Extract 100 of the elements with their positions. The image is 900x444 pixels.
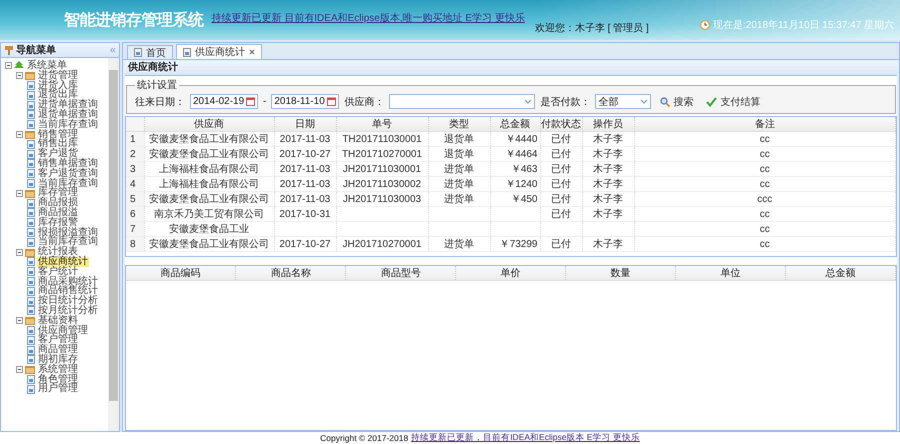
column-header[interactable]: 付款状态 xyxy=(540,117,582,132)
menu-item[interactable]: 报损报溢查询 xyxy=(37,228,99,238)
menu-item[interactable]: 供应商管理 xyxy=(37,326,89,336)
table-cell: TH201711030001 xyxy=(336,132,428,146)
menu-item[interactable]: 商品报溢 xyxy=(37,208,79,218)
menu-item[interactable]: 客户退货 xyxy=(37,149,79,159)
menu-item[interactable]: 商品管理 xyxy=(37,345,79,355)
tab[interactable]: 首页 xyxy=(127,45,173,59)
menu-item[interactable]: 按日统计分析 xyxy=(37,296,99,306)
table-cell: 安徽麦堡食品工业有限公司 xyxy=(144,236,274,252)
scrollbar[interactable] xyxy=(108,58,119,431)
settle-button[interactable]: 支付结算 xyxy=(702,94,764,108)
table-cell: 安徽麦堡食品工业有限公司 xyxy=(144,192,274,206)
folder-icon xyxy=(25,71,35,80)
menu-item[interactable]: 按月统计分析 xyxy=(37,306,99,316)
column-header[interactable]: 备注 xyxy=(634,117,896,132)
panel-title: 供应商统计 xyxy=(125,61,897,76)
menu-item[interactable]: 进货单据查询 xyxy=(37,100,99,110)
calendar-icon xyxy=(327,97,336,106)
page-icon xyxy=(134,48,142,57)
menu-item[interactable]: 进货入库 xyxy=(37,80,79,90)
column-header[interactable]: 操作员 xyxy=(582,117,634,132)
table-cell: cc xyxy=(634,206,896,222)
copyright-text: Copyright © 2017-2018 xyxy=(320,433,408,443)
menu-item[interactable]: 系统管理 xyxy=(37,364,79,374)
menu-item[interactable]: 销售单据查询 xyxy=(37,158,99,169)
supplier-select[interactable] xyxy=(389,94,536,109)
column-header[interactable]: 单号 xyxy=(336,117,428,132)
table-cell: JH201711030002 xyxy=(336,176,428,192)
chevron-down-icon xyxy=(640,99,648,104)
scroll-thumb[interactable] xyxy=(109,70,118,401)
menu-item[interactable]: 统计报表 xyxy=(37,247,79,257)
menu-item[interactable]: 商品采购统计 xyxy=(37,276,99,286)
table-cell: 安徽麦堡食品工业 xyxy=(144,222,274,236)
table-cell: 退货单 xyxy=(428,132,490,146)
row-number: 3 xyxy=(126,162,144,176)
column-header[interactable]: 单位 xyxy=(676,266,786,280)
table-cell: 上海福桂食品有限公司 xyxy=(144,176,274,192)
sign-icon xyxy=(4,45,14,55)
menu-item[interactable]: 进货管理 xyxy=(37,70,79,81)
column-header[interactable]: 单价 xyxy=(456,266,566,280)
menu-item[interactable]: 期初库存 xyxy=(37,354,79,365)
sidebar-title: 导航菜单 xyxy=(16,43,56,57)
table-cell: 2017-11-03 xyxy=(274,192,336,206)
table-cell: 进货单 xyxy=(428,192,490,206)
column-header[interactable]: 商品名称 xyxy=(236,266,346,280)
search-icon xyxy=(660,96,670,106)
row-number: 6 xyxy=(126,206,144,222)
folder-icon xyxy=(25,316,35,326)
menu-item[interactable]: 当前库存查询 xyxy=(37,178,99,188)
table-cell: 退货单 xyxy=(428,146,490,162)
menu-item[interactable]: 客户退货查询 xyxy=(37,168,99,179)
menu-item[interactable]: 用户管理 xyxy=(37,384,79,394)
supplier-label: 供应商： xyxy=(344,96,384,108)
menu-item[interactable]: 当前库存查询 xyxy=(37,120,99,130)
folder-icon xyxy=(25,248,35,257)
table-cell: 已付 xyxy=(540,206,582,222)
table-cell: JH201711030003 xyxy=(336,192,428,206)
menu-item[interactable]: 销售管理 xyxy=(37,130,79,140)
menu-item[interactable]: 供应商统计 xyxy=(37,256,89,267)
table-cell: TH201710270001 xyxy=(336,146,428,162)
table-cell: 进货单 xyxy=(428,236,490,252)
table-cell: cc xyxy=(634,146,896,162)
column-header[interactable]: 供应商 xyxy=(144,117,274,132)
table-cell: 进货单 xyxy=(428,162,490,176)
table-cell: ￥463 xyxy=(490,162,540,176)
column-header[interactable]: 数量 xyxy=(566,266,676,280)
menu-item[interactable]: 退货单据查询 xyxy=(37,110,99,120)
column-header[interactable]: 总金额 xyxy=(786,266,896,280)
menu-item[interactable]: 基础资料 xyxy=(37,316,79,326)
table-cell: 2017-11-03 xyxy=(274,176,336,192)
menu-item[interactable]: 角色管理 xyxy=(37,374,79,384)
table-cell: 已付 xyxy=(540,162,582,176)
tree-icon xyxy=(14,61,24,70)
column-header[interactable]: 总金额 xyxy=(490,117,540,132)
footer-link[interactable]: 持续更新已更新，目前有IDEA和Eclipse版本 E学习 更快乐 xyxy=(411,432,640,444)
menu-item[interactable]: 系统菜单 xyxy=(26,61,68,71)
tab[interactable]: 供应商统计 xyxy=(176,44,262,59)
menu-item[interactable]: 商品报损 xyxy=(37,198,79,208)
date-label: 往来日期： xyxy=(135,96,185,108)
column-header[interactable]: 商品编码 xyxy=(126,266,236,280)
menu-item[interactable]: 库存报警 xyxy=(37,218,79,228)
paid-select[interactable]: 全部 xyxy=(595,94,652,109)
table-cell: 2017-10-27 xyxy=(274,236,336,252)
date-field[interactable]: 2018-11-10 xyxy=(271,94,340,109)
row-number: 1 xyxy=(126,132,144,146)
column-header[interactable]: 日期 xyxy=(274,117,336,132)
column-header[interactable]: 类型 xyxy=(428,117,490,132)
calendar-icon xyxy=(246,97,255,106)
column-header[interactable]: 商品型号 xyxy=(346,266,456,280)
table-cell: ￥450 xyxy=(490,192,540,206)
table-cell: ￥4440 xyxy=(490,132,540,146)
table-cell: 2017-10-31 xyxy=(274,206,336,222)
date-field[interactable]: 2014-02-19 xyxy=(190,94,258,109)
notice-link[interactable]: 持续更新已更新 目前有IDEA和Eclipse版本,唯一购买地址 E学习 更快乐 xyxy=(212,11,525,25)
menu-item[interactable]: 客户统计 xyxy=(37,266,79,277)
chevron-down-icon xyxy=(524,99,532,104)
search-button[interactable]: 搜索 xyxy=(656,94,698,108)
folder-icon xyxy=(25,365,35,374)
row-number: 8 xyxy=(126,236,144,252)
